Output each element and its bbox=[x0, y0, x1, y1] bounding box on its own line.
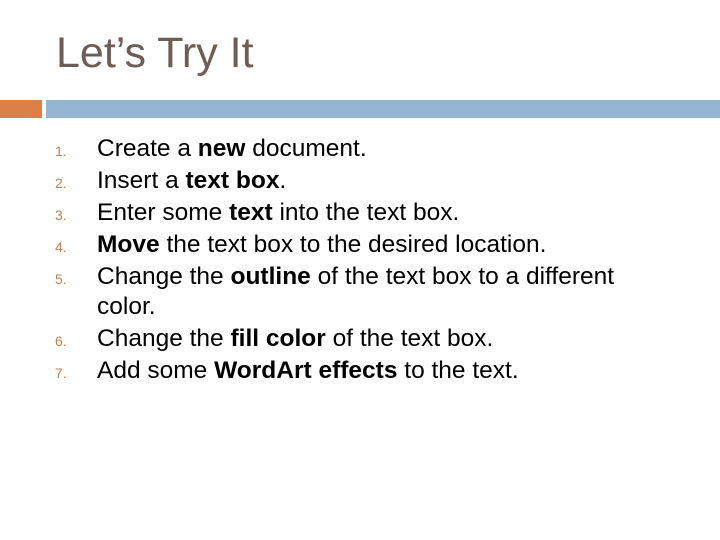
item-number: 4. bbox=[55, 239, 67, 255]
item-text: to the text. bbox=[397, 357, 519, 384]
list-item: 5. Change the outline of the text box to … bbox=[0, 262, 637, 322]
list-item: 3. Enter some text into the text box. bbox=[0, 198, 637, 228]
list-item: 4. Move the text box to the desired locat… bbox=[0, 230, 637, 260]
item-number: 7. bbox=[55, 365, 67, 381]
accent-bar-blue bbox=[46, 100, 720, 118]
item-emphasis: text box bbox=[185, 167, 280, 194]
item-text: of the text box. bbox=[325, 325, 494, 352]
list-item: 1. Create a new document. bbox=[0, 134, 637, 164]
item-number: 6. bbox=[55, 333, 67, 349]
item-text: Add some bbox=[97, 357, 215, 384]
item-text: Change the bbox=[97, 263, 231, 290]
list-item: 7. Add some WordArt effects to the text. bbox=[0, 356, 637, 386]
item-emphasis: WordArt effects bbox=[214, 357, 398, 384]
item-emphasis: text bbox=[229, 199, 273, 226]
item-text: Enter some bbox=[97, 199, 230, 226]
item-text: the text box to the desired location. bbox=[159, 231, 547, 258]
list-item: 2. Insert a text box. bbox=[0, 166, 637, 196]
item-text: into the text box. bbox=[272, 199, 460, 226]
item-number: 1. bbox=[55, 143, 67, 159]
item-number: 2. bbox=[55, 175, 67, 191]
item-number: 3. bbox=[55, 207, 67, 223]
item-number: 5. bbox=[55, 271, 67, 287]
list-item: 6. Change the fill color of the text box. bbox=[0, 324, 637, 354]
item-emphasis: outline bbox=[230, 263, 311, 290]
item-text: Create a bbox=[97, 135, 198, 162]
item-emphasis: fill color bbox=[230, 325, 326, 352]
item-text: . bbox=[279, 167, 287, 194]
item-text: Change the bbox=[97, 325, 231, 352]
item-emphasis: new bbox=[197, 135, 246, 162]
steps-list: 1. Create a new document. 2. Insert a text… bbox=[0, 134, 637, 388]
accent-bar-orange bbox=[0, 100, 42, 118]
item-emphasis: Move bbox=[97, 231, 160, 258]
item-text: Insert a bbox=[97, 167, 186, 194]
slide-title: Let’s Try It bbox=[56, 29, 254, 77]
item-text: document. bbox=[245, 135, 367, 162]
